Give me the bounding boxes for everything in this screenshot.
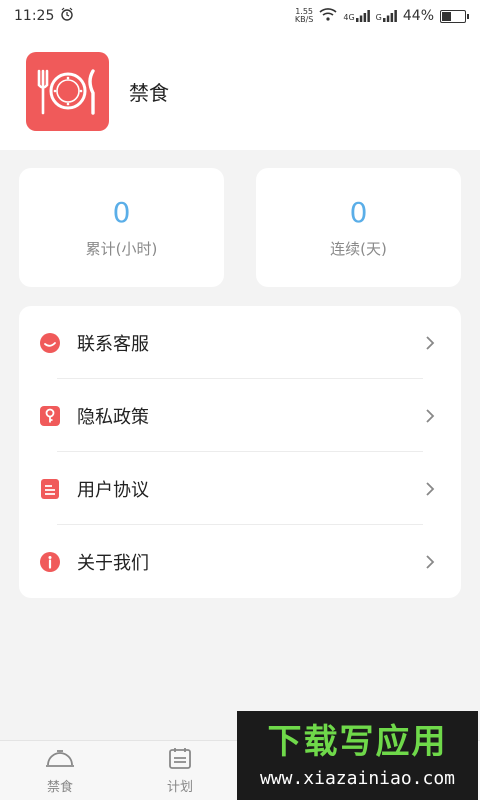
- menu-card: 联系客服 隐私政策 用户协议 关于我们: [19, 306, 461, 598]
- tab-label-fasting: 禁食: [46, 779, 73, 795]
- app-logo: [26, 51, 109, 131]
- net-4g-label: 4G: [343, 13, 355, 22]
- net-g-label: G: [375, 13, 382, 22]
- watermark-url: www.xiazainiao.com: [259, 768, 456, 789]
- watermark-title: 下载写应用: [267, 722, 448, 762]
- status-left: 11:25: [14, 7, 74, 25]
- stats-row: 0 累计(小时) 0 连续(天): [19, 168, 461, 287]
- chevron-right-icon: [423, 553, 437, 571]
- menu-item-about[interactable]: 关于我们: [19, 525, 461, 598]
- menu-item-agreement[interactable]: 用户协议: [19, 452, 461, 525]
- status-bar: 11:25 1.55 KB/S 4G G 44%: [0, 0, 480, 32]
- tab-fasting[interactable]: 禁食: [0, 741, 120, 800]
- menu-label-customer-service: 联系客服: [77, 333, 149, 355]
- app-header: 禁食: [0, 32, 480, 150]
- fasting-icon: [45, 747, 75, 773]
- menu-label-privacy: 隐私政策: [77, 406, 149, 428]
- alarm-icon: [60, 7, 74, 25]
- app-name: 禁食: [129, 80, 169, 105]
- stat-card-hours: 0 累计(小时): [19, 168, 224, 287]
- customer-service-icon: [39, 332, 61, 354]
- plate-cutlery-icon: [37, 69, 95, 115]
- chevron-right-icon: [423, 334, 437, 352]
- info-icon: [39, 551, 61, 573]
- stat-label-hours: 累计(小时): [85, 240, 158, 258]
- calendar-icon: [168, 747, 192, 773]
- signal-4g-icon: 4G: [343, 10, 370, 22]
- network-speed: 1.55 KB/S: [295, 8, 314, 24]
- stat-value-hours: 0: [112, 196, 131, 229]
- wifi-icon: [319, 7, 337, 25]
- menu-item-customer-service[interactable]: 联系客服: [19, 306, 461, 379]
- menu-label-agreement: 用户协议: [77, 479, 149, 501]
- watermark-overlay: 下载写应用 www.xiazainiao.com: [237, 711, 478, 800]
- speed-unit: KB/S: [294, 15, 314, 24]
- chevron-right-icon: [423, 407, 437, 425]
- menu-item-privacy[interactable]: 隐私政策: [19, 379, 461, 452]
- battery-fill: [442, 11, 452, 21]
- tab-label-plan: 计划: [166, 779, 193, 795]
- battery-percent: 44%: [402, 8, 434, 24]
- chevron-right-icon: [423, 480, 437, 498]
- status-right: 1.55 KB/S 4G G 44%: [295, 7, 469, 25]
- stat-value-days: 0: [349, 196, 368, 229]
- agreement-icon: [39, 478, 61, 500]
- tab-plan[interactable]: 计划: [120, 741, 240, 800]
- stat-label-days: 连续(天): [330, 240, 387, 258]
- menu-label-about: 关于我们: [77, 552, 149, 574]
- signal-g-icon: G: [376, 10, 397, 22]
- stat-card-days: 0 连续(天): [256, 168, 461, 287]
- status-time: 11:25: [14, 8, 55, 24]
- privacy-icon: [39, 405, 61, 427]
- battery-icon: [440, 9, 469, 23]
